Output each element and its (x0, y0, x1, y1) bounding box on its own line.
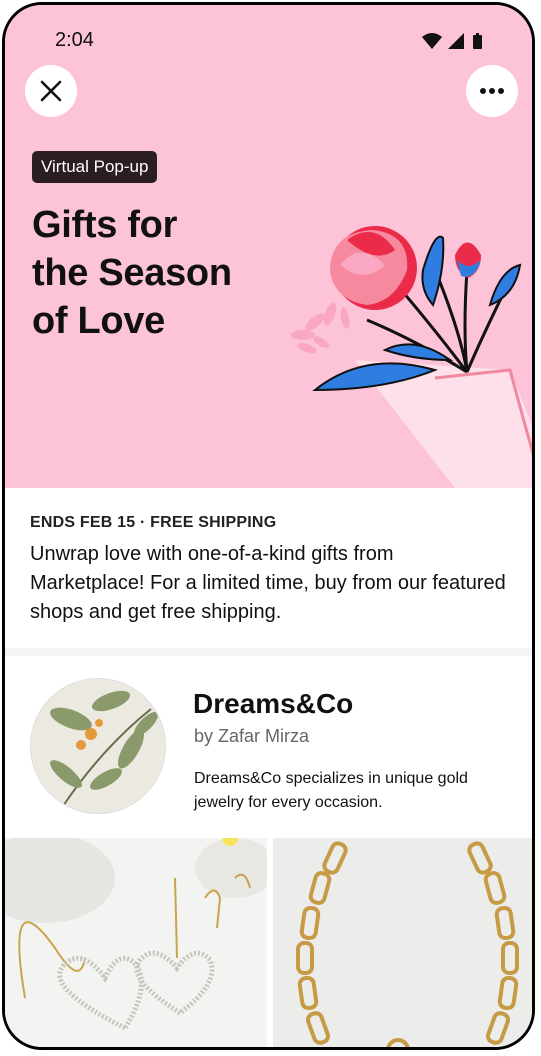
more-options-button[interactable] (466, 65, 518, 117)
status-bar: 2:04 (5, 5, 532, 75)
signal-icon (448, 33, 464, 49)
status-icons (420, 31, 490, 56)
battery-icon (473, 35, 482, 49)
hero-title: Gifts for the Season of Love (32, 201, 272, 345)
event-meta: ENDS FEB 15 · FREE SHIPPING (30, 514, 277, 531)
hero-title-line: the Season (32, 252, 232, 294)
hero-banner: 2:04 Virtual Pop-up Gifts for the Season… (5, 5, 532, 488)
virtual-popup-badge: Virtual Pop-up (32, 151, 158, 183)
status-time: 2:04 (55, 29, 94, 51)
close-button[interactable] (25, 65, 77, 117)
close-icon (40, 80, 62, 102)
section-divider (5, 648, 532, 656)
event-details: ENDS FEB 15 · FREE SHIPPING Unwrap love … (5, 488, 532, 648)
shop-description: Dreams&Co specializes in unique gold jew… (194, 770, 468, 811)
shop-card[interactable]: Dreams&Co by Zafar Mirza Dreams&Co speci… (5, 656, 532, 840)
phone-frame: 2:04 Virtual Pop-up Gifts for the Season… (2, 2, 535, 1050)
shop-logo-image[interactable] (30, 678, 166, 814)
flower-bouquet-illustration (291, 226, 532, 488)
shop-name[interactable]: Dreams&Co (193, 688, 353, 720)
product-image-heart-earrings[interactable] (5, 838, 267, 1047)
wifi-icon (422, 33, 442, 49)
product-image-gold-chain[interactable] (273, 838, 532, 1047)
hero-title-line: Gifts for (32, 204, 178, 246)
shop-owner-avatar (153, 791, 165, 813)
shop-owner: by Zafar Mirza (194, 726, 310, 746)
event-description: Unwrap love with one-of-a-kind gifts fro… (30, 543, 506, 623)
more-icon (480, 88, 504, 94)
hero-title-line: of Love (32, 300, 166, 342)
